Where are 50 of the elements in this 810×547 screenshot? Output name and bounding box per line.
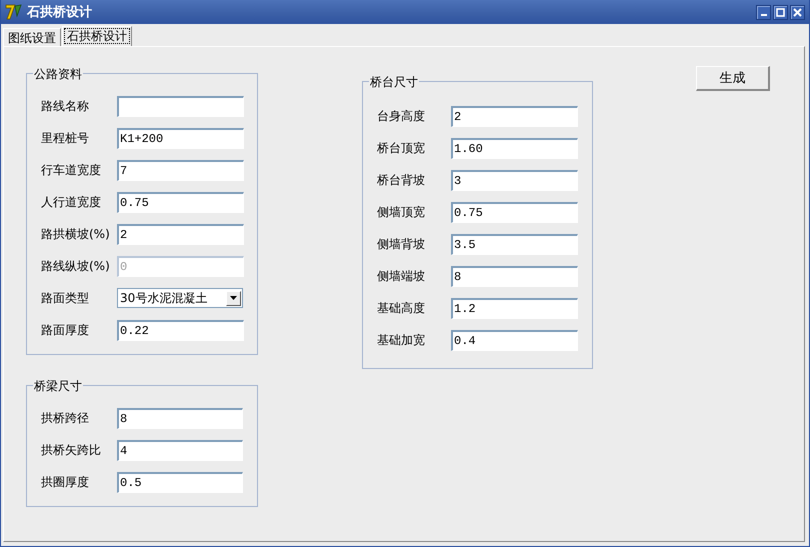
field-label: 拱桥跨径 <box>41 410 90 426</box>
input-field[interactable]: 8 <box>451 266 578 286</box>
input-field[interactable]: 2 <box>117 224 244 244</box>
group-title: 公路资料 <box>33 66 83 83</box>
dropdown[interactable]: 30号水泥混凝土 <box>117 288 243 308</box>
field-label: 台身高度 <box>377 108 426 124</box>
tab[interactable]: 图纸设置 <box>3 28 61 46</box>
field-label: 侧墙背坡 <box>377 236 426 252</box>
field-label: 人行道宽度 <box>41 194 102 210</box>
close-button[interactable] <box>790 4 805 20</box>
input-field[interactable]: 0.22 <box>117 320 244 340</box>
field-label: 里程桩号 <box>41 130 90 146</box>
field-label: 基础高度 <box>377 300 426 316</box>
field-label: 拱圈厚度 <box>41 474 90 490</box>
input-field[interactable]: 1.60 <box>451 138 578 158</box>
window-title: 石拱桥设计 <box>27 4 93 21</box>
input-field[interactable]: 4 <box>117 440 243 460</box>
field-label: 路面厚度 <box>41 322 90 338</box>
input-field[interactable]: 2 <box>451 106 578 126</box>
input-field[interactable]: 0.4 <box>451 330 578 350</box>
field-label: 桥台背坡 <box>377 172 426 188</box>
input-field[interactable]: 0.75 <box>451 202 578 222</box>
input-field[interactable]: 8 <box>117 408 243 428</box>
input-field[interactable]: 3 <box>451 170 578 190</box>
field-label: 路线纵坡(%) <box>41 258 111 274</box>
maximize-icon <box>776 8 785 16</box>
input-field[interactable]: 1.2 <box>451 298 578 318</box>
app-logo-icon <box>5 4 23 20</box>
minimize-button[interactable] <box>756 4 771 20</box>
input-field[interactable]: 0.75 <box>117 192 244 212</box>
close-icon <box>793 8 802 16</box>
field-label: 拱桥矢跨比 <box>41 442 102 458</box>
generate-button[interactable]: 生成 <box>696 66 770 91</box>
field-label: 侧墙端坡 <box>377 268 426 284</box>
group-title: 桥梁尺寸 <box>33 378 83 395</box>
input-field[interactable]: 0.5 <box>117 472 243 492</box>
field-label: 基础加宽 <box>377 332 426 348</box>
field-label: 侧墙顶宽 <box>377 204 426 220</box>
field-label: 行车道宽度 <box>41 162 102 178</box>
input-field[interactable]: K1+200 <box>117 128 244 148</box>
tab[interactable]: 石拱桥设计 <box>62 26 132 46</box>
input-field[interactable]: 7 <box>117 160 244 180</box>
field-label: 路面类型 <box>41 290 90 306</box>
field-label: 路拱横坡(%) <box>41 226 111 242</box>
input-field[interactable] <box>117 96 244 116</box>
group-title: 桥台尺寸 <box>369 74 419 91</box>
maximize-button[interactable] <box>773 4 788 20</box>
input-field[interactable]: 3.5 <box>451 234 578 254</box>
field-label: 路线名称 <box>41 98 90 114</box>
field-label: 桥台顶宽 <box>377 140 426 156</box>
